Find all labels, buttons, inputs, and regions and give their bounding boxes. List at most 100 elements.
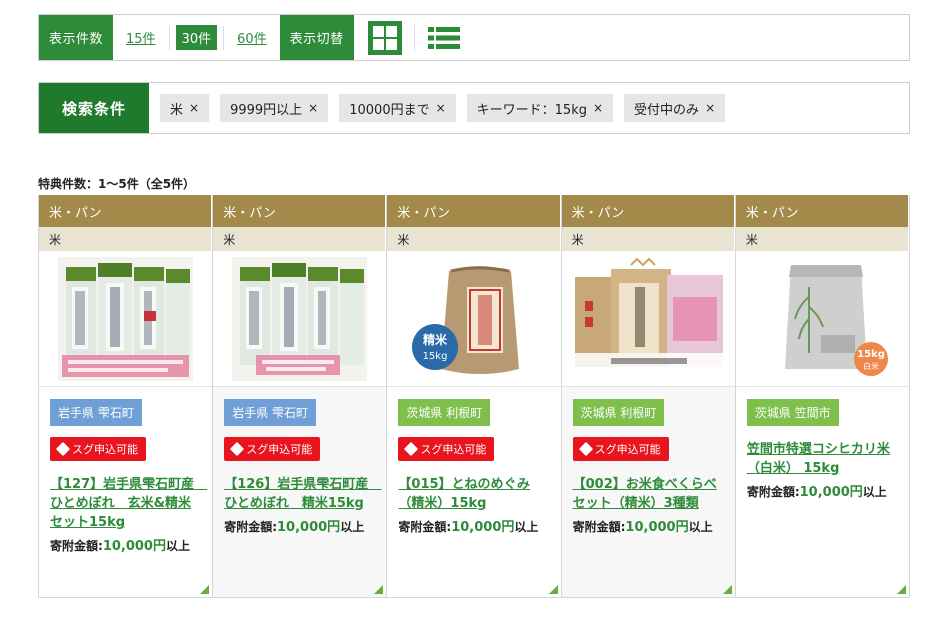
filter-chip-label: 10000円まで	[349, 102, 430, 118]
image-label-b: 15kg	[422, 351, 447, 362]
price-value: 10,000円	[102, 539, 166, 554]
count-option-15[interactable]: 15件	[113, 25, 170, 50]
product-card[interactable]: 米・パン 米 精米 15kg 茨城県 利根町 スグ申込可能 【015】とねのめぐ…	[387, 195, 562, 598]
filter-chip-label: 米	[170, 102, 184, 118]
search-conditions-label: 検索条件	[39, 83, 149, 133]
product-title-link[interactable]: 【002】お米食べくらべセット（精米）3種類	[573, 475, 725, 513]
rice-bag-kasama-icon: 15kg 白米	[754, 256, 890, 381]
image-label-b: 白米	[863, 361, 879, 371]
region-badge: 岩手県 雫石町	[50, 399, 142, 426]
product-image[interactable]: 精米 15kg	[387, 251, 561, 387]
filter-chip-max-price[interactable]: 10000円まで ×	[339, 94, 456, 122]
product-title-link[interactable]: 【126】岩手県雫石町産 ひとめぼれ 精米15kg	[224, 475, 381, 513]
product-price: 寄附金額:10,000円以上	[50, 536, 202, 557]
display-count-label: 表示件数	[39, 15, 114, 60]
price-suffix: 以上	[862, 485, 887, 499]
price-suffix: 以上	[514, 520, 539, 534]
region-badge: 茨城県 利根町	[398, 399, 491, 426]
remove-filter-icon[interactable]: ×	[593, 101, 603, 115]
instant-apply-badge: スグ申込可能	[572, 437, 669, 461]
region-badge: 岩手県 雫石町	[224, 399, 317, 426]
instant-apply-label: スグ申込可能	[72, 443, 138, 456]
product-category: 米・パン	[561, 195, 735, 227]
product-title-link[interactable]: 【015】とねのめぐみ（精米）15kg	[398, 475, 550, 513]
instant-apply-badge: スグ申込可能	[398, 437, 495, 461]
remove-filter-icon[interactable]: ×	[705, 101, 715, 115]
count-option-30[interactable]: 30件	[170, 25, 225, 50]
remove-filter-icon[interactable]: ×	[189, 101, 199, 115]
display-options-bar: 表示件数 15件 30件 60件 表示切替	[38, 14, 910, 61]
product-category: 米・パン	[735, 195, 910, 227]
filter-chip-accepting[interactable]: 受付中のみ ×	[624, 94, 726, 122]
product-price: 寄附金額:10,000円以上	[398, 517, 550, 538]
product-image[interactable]	[561, 251, 735, 387]
instant-apply-label: スグ申込可能	[246, 443, 313, 456]
count-option-30-label: 30件	[175, 25, 218, 50]
price-value: 10,000円	[451, 520, 515, 535]
price-value: 10,000円	[625, 520, 689, 535]
instant-apply-badge: スグ申込可能	[224, 437, 321, 461]
price-value: 10,000円	[277, 520, 341, 535]
price-suffix: 以上	[165, 539, 190, 553]
product-title-link[interactable]: 笠間市特選コシヒカリ米（白米） 15kg	[747, 440, 899, 478]
product-subcategory: 米	[735, 227, 910, 251]
product-image[interactable]: 15kg 白米	[735, 251, 910, 387]
rice-bags-hitomebore-icon	[232, 256, 368, 381]
price-label: 寄附金額:	[50, 539, 103, 553]
product-subcategory: 米	[39, 227, 213, 251]
price-suffix: 以上	[688, 520, 713, 534]
corner-triangle-icon	[722, 585, 732, 594]
count-option-60[interactable]: 60件	[224, 26, 280, 50]
tag-icon	[404, 441, 419, 457]
list-view-icon	[427, 26, 460, 49]
image-label-a: 精米	[422, 332, 447, 347]
product-subcategory: 米	[561, 227, 735, 251]
corner-triangle-icon	[200, 585, 210, 594]
filter-chip-keyword[interactable]: キーワード：15kg ×	[466, 94, 614, 122]
corner-triangle-icon	[548, 585, 558, 594]
search-conditions-bar: 検索条件 米 × 9999円以上 × 10000円まで × キーワード：15kg × 受…	[38, 82, 910, 134]
region-badge: 茨城県 利根町	[572, 399, 665, 426]
tag-icon	[230, 441, 245, 457]
price-label: 寄附金額:	[746, 485, 800, 499]
image-label-a: 15kg	[857, 349, 885, 360]
product-card[interactable]: 米・パン 米 茨城県 利根町 スグ申込可能 【002】お米食べくらべセット（精米…	[561, 195, 736, 598]
filter-chip-rice[interactable]: 米 ×	[160, 94, 210, 122]
region-badge: 茨城県 笠間市	[746, 399, 839, 426]
corner-triangle-icon	[897, 585, 907, 594]
product-card[interactable]: 米・パン 米 岩手県 雫石町 スグ申込可能 【127】岩手県雫石町産 ひとめぼれ…	[39, 195, 214, 598]
remove-filter-icon[interactable]: ×	[436, 101, 446, 115]
instant-apply-label: スグ申込可能	[594, 443, 661, 456]
view-separator	[413, 24, 415, 51]
product-title-link[interactable]: 【127】岩手県雫石町産 ひとめぼれ 玄米&精米セット15kg	[50, 475, 207, 532]
rice-bags-hitomebore-icon	[58, 256, 194, 381]
rice-bags-trio-icon	[570, 256, 726, 381]
price-label: 寄附金額:	[224, 520, 278, 534]
product-category: 米・パン	[213, 195, 387, 227]
product-image[interactable]	[213, 251, 387, 387]
price-label: 寄附金額:	[572, 520, 626, 534]
product-card[interactable]: 米・パン 米 岩手県 雫石町 スグ申込可能 【126】岩手県雫石町産 ひとめぼれ…	[213, 195, 388, 598]
rice-sack-tone-icon: 精米 15kg	[406, 256, 542, 381]
tag-icon	[578, 441, 593, 457]
instant-apply-badge: スグ申込可能	[50, 437, 146, 461]
result-count: 特典件数：1〜5件（全5件）	[38, 177, 196, 191]
tag-icon	[55, 441, 71, 457]
filter-chip-min-price[interactable]: 9999円以上 ×	[220, 94, 329, 122]
list-view-button[interactable]	[427, 21, 461, 55]
corner-triangle-icon	[374, 585, 384, 594]
product-image[interactable]	[39, 251, 213, 387]
view-toggle-label: 表示切替	[279, 15, 354, 60]
price-suffix: 以上	[340, 520, 365, 534]
instant-apply-label: スグ申込可能	[420, 443, 487, 456]
remove-filter-icon[interactable]: ×	[308, 101, 318, 115]
product-subcategory: 米	[213, 227, 387, 251]
product-card[interactable]: 米・パン 米 15kg 白米 茨城県 笠間市 笠間市特選コシヒカリ米（白米） 1…	[735, 195, 911, 598]
grid-view-icon	[372, 25, 397, 50]
filter-chip-label: 受付中のみ	[634, 102, 700, 118]
product-grid: 米・パン 米 岩手県 雫石町 スグ申込可能 【127】岩手県雫石町産 ひとめぼれ…	[38, 195, 911, 598]
price-value: 10,000円	[799, 485, 863, 500]
product-price: 寄附金額:10,000円以上	[573, 517, 725, 538]
product-price: 寄附金額:10,000円以上	[224, 517, 376, 538]
grid-view-button[interactable]	[367, 20, 402, 55]
